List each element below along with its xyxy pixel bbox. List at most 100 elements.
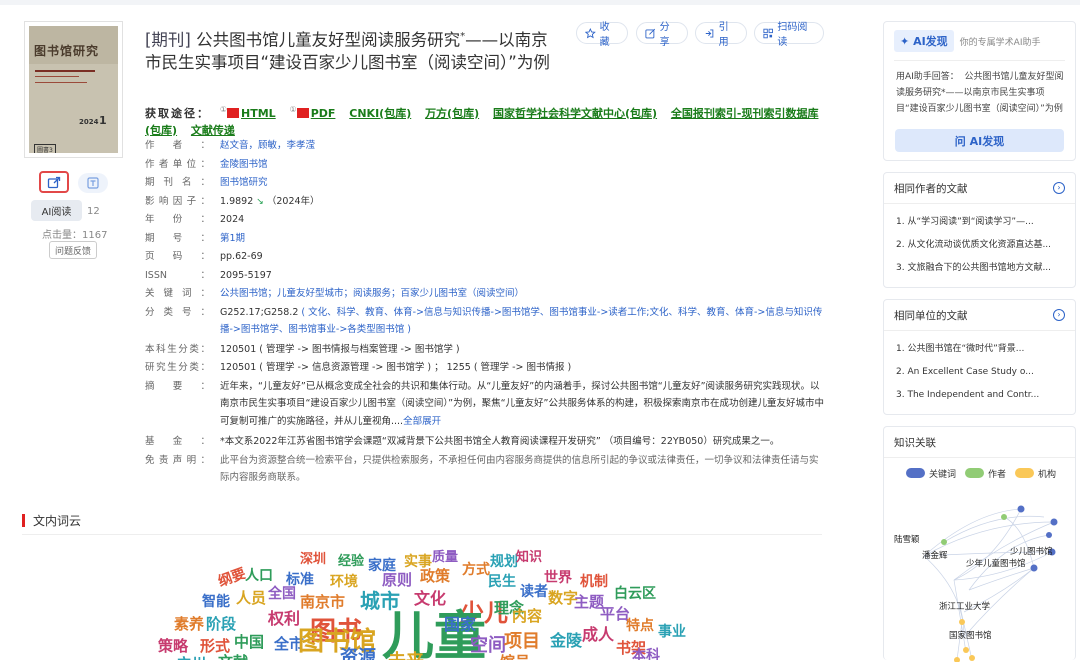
word-cloud: 深圳 经验 家庭 实事 质量 方式 规划 知识 纲要 人口 标准 环境 原则 政策 民生 世界 机制 白云区 智能人…: [150, 545, 710, 660]
chevron-right-icon[interactable]: ›: [1053, 182, 1065, 194]
favorite-label: 收藏: [599, 22, 610, 48]
cloud-word[interactable]: 素养: [174, 617, 204, 632]
cloud-word[interactable]: 人员: [236, 591, 266, 606]
cloud-word[interactable]: 内容: [512, 609, 542, 624]
wanfang-link[interactable]: 万方(包库): [425, 107, 479, 120]
en-toggle-button[interactable]: [78, 173, 108, 193]
cloud-word[interactable]: 方式: [462, 563, 490, 577]
cloud-word[interactable]: 白云区: [614, 587, 656, 601]
list-item[interactable]: 2. 从文化流动谈优质文化资源直达基...: [896, 234, 1065, 257]
year: 2024: [220, 214, 245, 225]
journal-name[interactable]: 图书馆研究: [220, 174, 825, 193]
cloud-word[interactable]: 机制: [580, 575, 608, 589]
cnki-link[interactable]: CNKI(包库): [349, 107, 411, 120]
cloud-word[interactable]: 策略: [158, 639, 188, 654]
article-type: [期刊]: [145, 30, 191, 50]
cloud-word[interactable]: 环境: [330, 575, 358, 589]
list-item[interactable]: 3. The Independent and Contr...: [896, 384, 1065, 407]
cloud-word[interactable]: 馆员: [500, 655, 530, 661]
cloud-word[interactable]: 事业: [658, 625, 686, 639]
keywords-key: 关键词：: [145, 288, 210, 299]
cloud-word[interactable]: 阶段: [206, 617, 236, 632]
cloud-word[interactable]: 读者: [520, 585, 548, 599]
cloud-word[interactable]: 政策: [420, 569, 450, 584]
pdf-icon: [227, 107, 240, 118]
cloud-word[interactable]: 资源: [340, 649, 376, 661]
cloud-word[interactable]: 标准: [286, 573, 314, 587]
cloud-word[interactable]: 文献: [218, 655, 248, 661]
cloud-word[interactable]: 人口: [245, 569, 273, 583]
html-link[interactable]: HTML: [241, 107, 276, 120]
cloud-word[interactable]: 纲要: [216, 566, 248, 591]
keywords[interactable]: 公共图书馆；儿童友好型城市；阅读服务；百家少儿图书室（阅读空间）: [220, 285, 825, 304]
ai-read-button[interactable]: AI阅读: [31, 200, 82, 221]
class-code: G252.17;G258.2: [220, 306, 299, 318]
cloud-word[interactable]: 中国: [234, 635, 264, 650]
ncpssd-link[interactable]: 国家哲学社会科学文献中心(包库): [493, 107, 657, 120]
abstract-key: 摘要：: [145, 380, 210, 392]
same-unit-title: 相同单位的文献: [894, 309, 968, 322]
cloud-word[interactable]: 成人: [582, 627, 614, 643]
class-path[interactable]: ( 文化、科学、教育、体育->信息与知识传播->图书馆学、图书馆事业->读者工作…: [220, 307, 822, 336]
grad-class: 120501 ( 管理学 -> 信息资源管理 -> 图书馆学 ) ； 1255 …: [220, 362, 572, 373]
cloud-word[interactable]: 世界: [544, 571, 572, 585]
journal-cover[interactable]: 图书馆研究 2024 1 圖書3: [24, 21, 123, 158]
list-item[interactable]: 1. 公共图书馆在“微时代”背景...: [896, 338, 1065, 361]
cloud-word[interactable]: 经验: [338, 555, 364, 568]
article-title: 公共图书馆儿童友好型阅读服务研究: [196, 30, 461, 50]
knowledge-graph[interactable]: 陆雪颖 潘金辉 少儿图书馆 少年儿童图书馆 浙江工业大学 国家图书馆: [884, 482, 1077, 662]
legend-keyword[interactable]: 关键词: [906, 467, 956, 480]
cloud-word[interactable]: 未来: [388, 653, 424, 661]
cloud-word[interactable]: 南京市: [300, 595, 345, 610]
cloud-word[interactable]: 国家: [444, 617, 476, 633]
cloud-word[interactable]: 原则: [382, 573, 412, 588]
cloud-word[interactable]: 深圳: [300, 553, 326, 566]
cloud-word[interactable]: 本科: [632, 649, 660, 660]
ai-discovery-panel: ✦ AI发现 你的专属学术AI助手 用AI助手回答： 公共图书馆儿童友好型阅读服…: [883, 21, 1076, 161]
star-icon: [585, 27, 596, 38]
scan-read-button[interactable]: 扫码阅读: [754, 22, 824, 48]
legend-org[interactable]: 机构: [1015, 467, 1056, 480]
list-item[interactable]: 1. 从“学习阅读”到“阅读学习”—...: [896, 211, 1065, 234]
access-links: 获取途径： ① HTML ① PDF CNKI(包库) 万方(包库) 国家哲学社会科…: [145, 101, 825, 139]
undergrad-class: 120501 ( 管理学 -> 图书情报与档案管理 -> 图书馆学 ): [220, 343, 460, 355]
cloud-word[interactable]: 文化: [414, 591, 446, 607]
legend-author[interactable]: 作者: [965, 467, 1006, 480]
share-button[interactable]: 分享: [636, 22, 688, 48]
trend-icon[interactable]: ↘: [256, 197, 264, 207]
cloud-word[interactable]: 权利: [268, 611, 300, 627]
cite-button[interactable]: 引用: [695, 22, 747, 48]
cloud-word[interactable]: 全国: [268, 587, 296, 601]
graph-node-label: 潘金辉: [922, 550, 948, 561]
cloud-word[interactable]: 质量: [432, 551, 458, 564]
author-unit[interactable]: 金陵图书馆: [220, 156, 825, 175]
cloud-word[interactable]: 民生: [488, 575, 516, 589]
ai-subtitle: 你的专属学术AI助手: [959, 37, 1041, 48]
cite-label: 引用: [718, 22, 729, 48]
feedback-button[interactable]: 问题反馈: [49, 241, 97, 259]
export-icon: [47, 176, 61, 189]
cloud-word[interactable]: 智能: [202, 595, 230, 609]
year-key: 年份：: [145, 214, 210, 225]
expand-abstract-link[interactable]: 全部展开: [403, 416, 441, 427]
word-cloud-title: 文内词云: [33, 514, 82, 528]
issue[interactable]: 第1期: [220, 230, 825, 249]
cloud-word[interactable]: 知识: [516, 551, 542, 564]
favorite-button[interactable]: 收藏: [576, 22, 628, 48]
cloud-word[interactable]: 规划: [490, 555, 518, 569]
cloud-word[interactable]: 项目: [504, 633, 540, 651]
pages-key: 页码：: [145, 251, 210, 262]
cloud-word[interactable]: 金陵: [550, 633, 582, 649]
list-item[interactable]: 3. 文旅融合下的公共图书馆地方文献...: [896, 257, 1065, 280]
export-button[interactable]: [39, 171, 69, 193]
knowledge-title: 知识关联: [894, 436, 936, 449]
list-item[interactable]: 2. An Excellent Case Study o...: [896, 361, 1065, 384]
doc-delivery-link[interactable]: 文献传递: [191, 124, 235, 137]
cloud-word[interactable]: 形式: [200, 639, 230, 654]
cloud-word[interactable]: 特点: [626, 619, 654, 633]
authors[interactable]: 赵文音，顾敏，李孝滢: [220, 137, 825, 156]
pdf-link[interactable]: PDF: [311, 107, 336, 120]
ask-ai-button[interactable]: 问 AI发现: [895, 129, 1064, 152]
chevron-right-icon[interactable]: ›: [1053, 309, 1065, 321]
html-mark: ①: [219, 105, 228, 114]
